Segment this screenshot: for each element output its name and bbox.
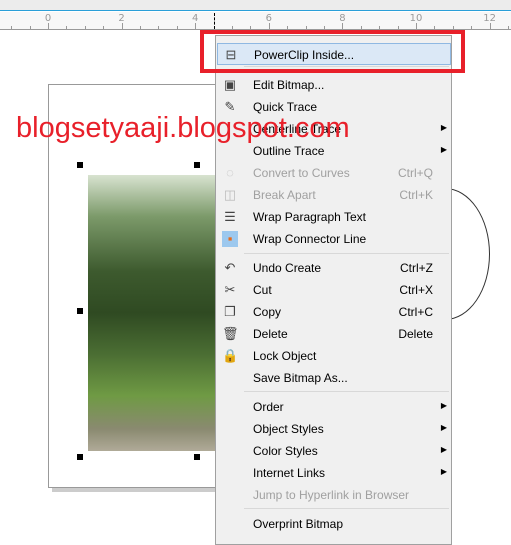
menu-item-copy[interactable]: ❐ Copy Ctrl+C [217, 301, 451, 323]
menu-item-cut[interactable]: ✂ Cut Ctrl+X [217, 279, 451, 301]
menu-separator [244, 508, 449, 509]
ruler-tick [305, 26, 307, 29]
menu-item-label: Edit Bitmap... [253, 78, 325, 92]
ruler-tick [176, 26, 178, 29]
ruler-label: 10 [409, 13, 423, 24]
submenu-arrow-icon: ▶ [440, 467, 447, 476]
selection-handle[interactable] [194, 454, 200, 460]
menu-item-label: Wrap Connector Line [253, 232, 367, 246]
break-apart-icon: ◫ [223, 187, 237, 202]
ruler-tick [84, 26, 86, 29]
ruler-label: 0 [44, 13, 52, 24]
selection-handle[interactable] [77, 162, 83, 168]
menu-item-label: Order [253, 400, 284, 414]
submenu-arrow-icon: ▶ [440, 123, 447, 132]
ruler-tick [140, 26, 141, 29]
ruler-label: 12 [483, 13, 496, 24]
annotation-highlight-box [200, 30, 465, 73]
menu-item-label: Break Apart [253, 188, 316, 202]
menu-item-label: Object Styles [253, 422, 324, 436]
menu-item-save-bitmap-as[interactable]: Save Bitmap As... [217, 367, 451, 389]
ruler-tick [471, 26, 473, 29]
menu-item-wrap-connector-line[interactable]: ▪ Wrap Connector Line [217, 228, 451, 250]
ruler-tick [287, 26, 289, 29]
horizontal-ruler[interactable]: 0 2 4 6 8 10 12 [0, 12, 511, 30]
shortcut-label: Delete [398, 327, 433, 341]
watermark: blogsetyaaji.blogspot.com [16, 112, 350, 144]
edit-bitmap-icon: ▣ [223, 77, 237, 92]
ruler-label: 4 [192, 13, 199, 24]
wrap-connector-icon: ▪ [222, 231, 238, 247]
menu-item-label: Overprint Bitmap [253, 517, 344, 531]
ruler-tick [250, 26, 252, 29]
ruler-label: 2 [118, 13, 125, 24]
trash-icon: 🗑 [222, 326, 239, 341]
selection-handle[interactable] [194, 162, 200, 168]
shortcut-label: Ctrl+C [398, 305, 433, 319]
convert-curves-icon: ◌ [226, 165, 234, 180]
ruler-tick [397, 26, 399, 29]
ruler-tick [452, 26, 454, 29]
top-bar [0, 0, 511, 11]
shortcut-label: Ctrl+X [399, 283, 433, 297]
submenu-arrow-icon: ▶ [440, 445, 447, 454]
menu-item-label: Save Bitmap As... [253, 371, 348, 385]
menu-item-label: Jump to Hyperlink in Browser [253, 488, 410, 502]
scissors-icon: ✂ [224, 282, 236, 297]
ruler-tick [232, 26, 233, 29]
undo-icon: ↶ [224, 260, 236, 275]
menu-item-undo-create[interactable]: ↶ Undo Create Ctrl+Z [217, 257, 451, 279]
ruler-tick [29, 26, 31, 29]
submenu-arrow-icon: ▶ [440, 423, 447, 432]
ruler-cursor-marker [214, 13, 215, 29]
ruler-tick [66, 26, 68, 29]
menu-item-edit-bitmap[interactable]: ▣ Edit Bitmap... [217, 74, 451, 96]
ruler-tick [158, 26, 160, 29]
menu-item-label: Internet Links [253, 466, 326, 480]
wrap-text-icon: ☰ [224, 209, 236, 224]
menu-item-overprint-bitmap[interactable]: Overprint Bitmap [217, 513, 451, 535]
menu-separator [244, 253, 449, 254]
menu-item-label: Cut [253, 283, 272, 297]
copy-icon: ❐ [224, 304, 236, 319]
menu-item-object-styles[interactable]: Object Styles ▶ [217, 418, 451, 440]
menu-item-convert-to-curves: ◌ Convert to Curves Ctrl+Q [217, 162, 451, 184]
ruler-tick [11, 26, 13, 29]
shortcut-label: Ctrl+Z [400, 261, 433, 275]
ruler-label: 8 [339, 13, 346, 24]
ruler-tick [434, 26, 436, 29]
menu-item-color-styles[interactable]: Color Styles ▶ [217, 440, 451, 462]
ruler-tick [379, 26, 381, 29]
menu-item-label: Convert to Curves [253, 166, 350, 180]
submenu-arrow-icon: ▶ [440, 145, 447, 154]
menu-item-label: Color Styles [253, 444, 318, 458]
submenu-arrow-icon: ▶ [440, 401, 447, 410]
menu-item-label: Wrap Paragraph Text [253, 210, 366, 224]
menu-item-label: Lock Object [253, 349, 317, 363]
menu-item-internet-links[interactable]: Internet Links ▶ [217, 462, 451, 484]
menu-item-label: Copy [253, 305, 282, 319]
menu-item-wrap-paragraph-text[interactable]: ☰ Wrap Paragraph Text [217, 206, 451, 228]
menu-item-break-apart: ◫ Break Apart Ctrl+K [217, 184, 451, 206]
menu-item-lock-object[interactable]: 🔒 Lock Object [217, 345, 451, 367]
menu-item-delete[interactable]: 🗑 Delete Delete [217, 323, 451, 345]
menu-item-label: Outline Trace [253, 144, 325, 158]
ruler-label: 6 [265, 13, 272, 24]
ruler-tick [508, 26, 509, 29]
menu-item-order[interactable]: Order ▶ [217, 396, 451, 418]
menu-item-label: Delete [253, 327, 288, 341]
lock-icon: 🔒 [222, 348, 239, 363]
selection-handle[interactable] [77, 308, 83, 314]
menu-separator [244, 391, 449, 392]
shortcut-label: Ctrl+K [399, 188, 433, 202]
shortcut-label: Ctrl+Q [397, 166, 433, 180]
menu-item-jump-to-hyperlink-in-browser: Jump to Hyperlink in Browser [217, 484, 451, 506]
ruler-tick [103, 26, 105, 29]
bitmap-image[interactable] [88, 175, 216, 451]
ruler-tick [324, 26, 325, 29]
menu-item-label: Undo Create [253, 261, 322, 275]
selection-handle[interactable] [77, 454, 83, 460]
ruler-tick [360, 26, 362, 29]
